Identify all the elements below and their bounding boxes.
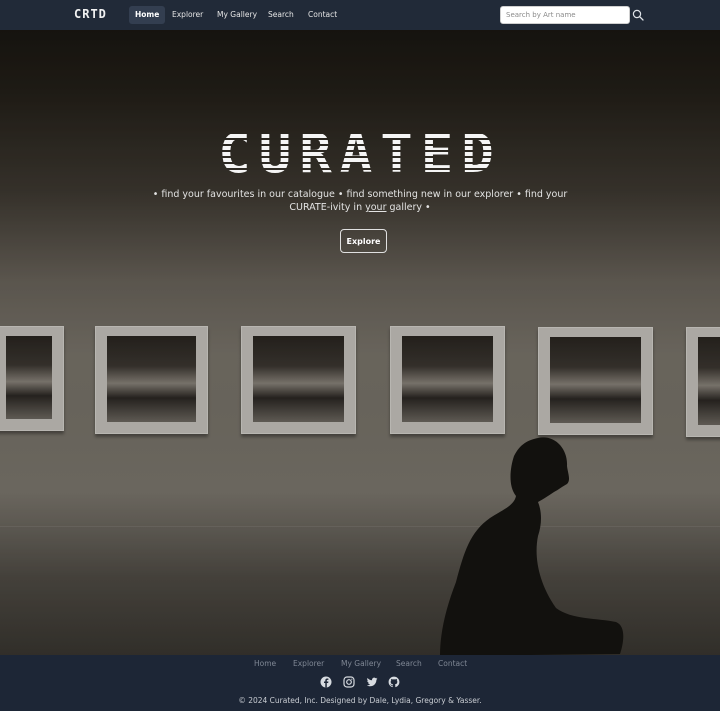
nav-search[interactable]: Search bbox=[262, 6, 300, 24]
hero-title: CURATED bbox=[0, 122, 720, 185]
top-navbar: CRTD Home Explorer My Gallery Search Con… bbox=[0, 0, 720, 30]
explore-button[interactable]: Explore bbox=[340, 229, 387, 253]
nav-explorer[interactable]: Explorer bbox=[166, 6, 209, 24]
nav-my-gallery[interactable]: My Gallery bbox=[211, 6, 263, 24]
hero-section: CURATED • find your favourites in our ca… bbox=[0, 30, 720, 655]
search-icon[interactable] bbox=[632, 9, 644, 21]
footer-link-search[interactable]: Search bbox=[396, 659, 422, 668]
facebook-icon[interactable] bbox=[320, 676, 332, 688]
site-footer: Home Explorer My Gallery Search Contact … bbox=[0, 655, 720, 711]
footer-link-my-gallery[interactable]: My Gallery bbox=[341, 659, 381, 668]
instagram-icon[interactable] bbox=[343, 676, 355, 688]
footer-link-contact[interactable]: Contact bbox=[438, 659, 467, 668]
copyright-text: © 2024 Curated, Inc. Designed by Dale, L… bbox=[238, 696, 482, 705]
footer-link-explorer[interactable]: Explorer bbox=[293, 659, 324, 668]
brand-logo[interactable]: CRTD bbox=[74, 7, 107, 21]
search-input[interactable] bbox=[500, 6, 630, 24]
nav-home[interactable]: Home bbox=[129, 6, 166, 24]
nav-contact[interactable]: Contact bbox=[302, 6, 343, 24]
github-icon[interactable] bbox=[388, 676, 400, 688]
tagline-emphasis: your bbox=[365, 202, 387, 213]
hero-tagline: • find your favourites in our catalogue … bbox=[152, 189, 568, 213]
twitter-icon[interactable] bbox=[366, 676, 378, 688]
footer-link-home[interactable]: Home bbox=[254, 659, 276, 668]
